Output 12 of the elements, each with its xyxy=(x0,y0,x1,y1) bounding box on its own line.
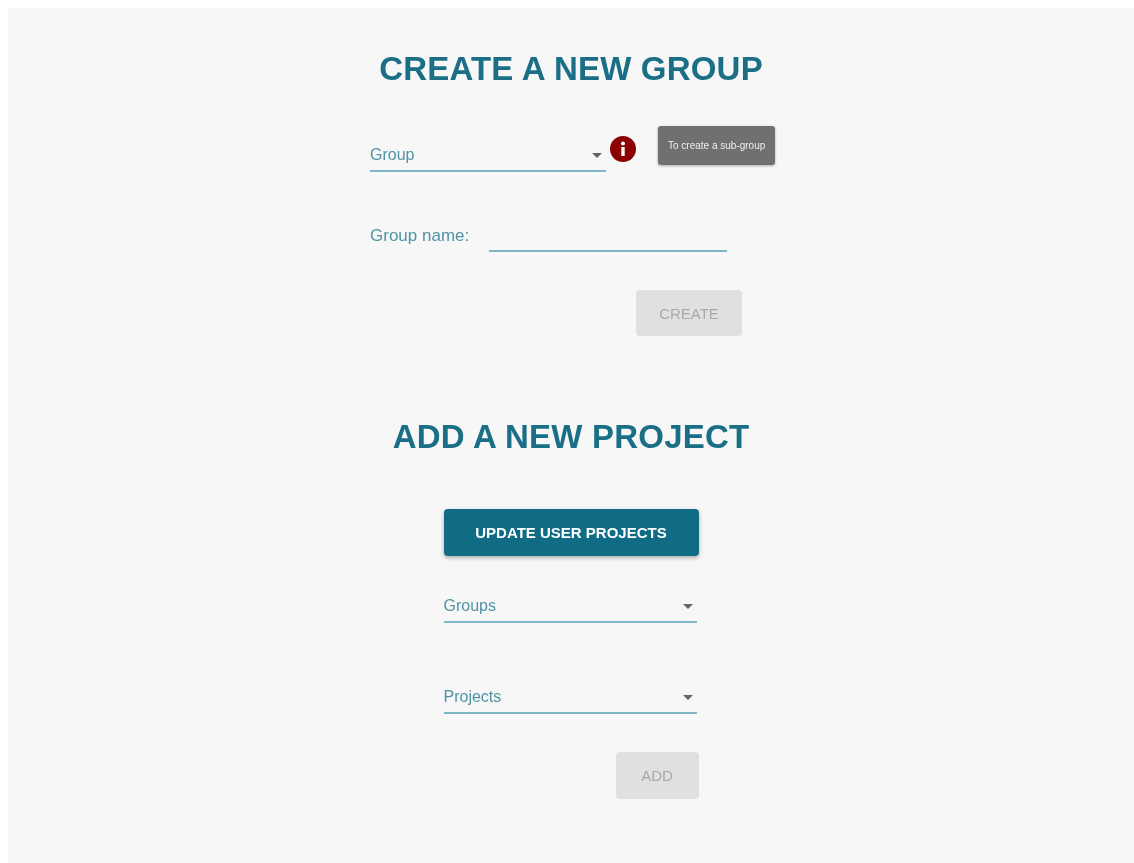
group-select[interactable]: Group xyxy=(370,138,606,172)
section-title: ADD A NEW PROJECT xyxy=(392,418,750,456)
section-title: CREATE A NEW GROUP xyxy=(379,50,763,88)
dropdown-select[interactable]: Projects xyxy=(443,680,697,714)
field-label: Group name: xyxy=(370,226,470,247)
tooltip: To create a sub-group xyxy=(658,126,776,165)
caret-icon xyxy=(682,695,693,700)
caret-icon xyxy=(592,153,602,158)
info-icon[interactable] xyxy=(610,136,636,162)
update-projects-button[interactable]: UPDATE USER PROJECTS xyxy=(443,509,699,556)
dropdown-select[interactable]: Groups xyxy=(443,589,697,623)
caret-icon xyxy=(682,604,693,609)
